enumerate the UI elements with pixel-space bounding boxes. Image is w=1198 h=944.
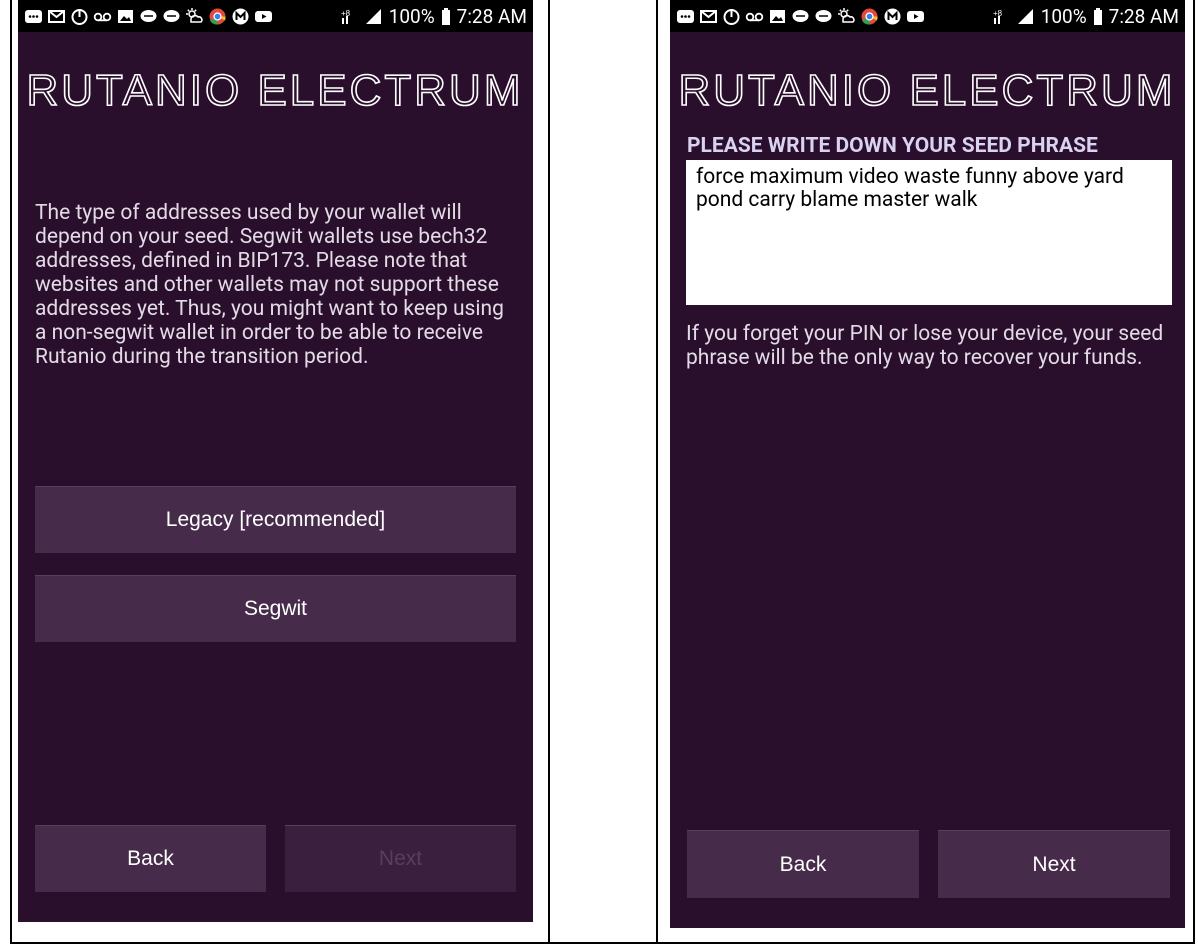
status-bar-right: +8 100% 7:28 AM <box>670 0 1185 32</box>
messages-icon <box>676 7 695 26</box>
seed-warning-text: If you forget your PIN or lose your devi… <box>686 322 1164 370</box>
signal-icon <box>1016 7 1035 26</box>
chrome-icon <box>208 7 227 26</box>
logo-text: RUTANIO ELECTRUM <box>27 66 524 115</box>
gallery-icon <box>768 7 787 26</box>
next-button[interactable]: Next <box>938 830 1170 898</box>
status-right: +8 100% 7:28 AM <box>991 5 1185 28</box>
left-phone-screen: +8 100% 7:28 AM RUTANIO ELECTRUM The typ… <box>18 0 533 922</box>
notification-icons <box>18 7 273 26</box>
battery-icon <box>1093 7 1103 26</box>
chat-icon-2 <box>814 7 833 26</box>
app-icon <box>231 7 250 26</box>
right-phone-screen: +8 100% 7:28 AM RUTANIO ELECTRUM PLEASE … <box>670 0 1185 928</box>
chat-icon <box>791 7 810 26</box>
legacy-option-button[interactable]: Legacy [recommended] <box>35 486 516 553</box>
seed-phrase-box[interactable]: force maximum video waste funny above ya… <box>686 160 1172 305</box>
app-icon <box>883 7 902 26</box>
frame-divider-2 <box>656 0 658 944</box>
battery-percent: 100% <box>388 4 435 28</box>
seed-phrase-title: PLEASE WRITE DOWN YOUR SEED PHRASE <box>687 134 1098 158</box>
status-bar: +8 100% 7:28 AM <box>18 0 533 32</box>
battery-icon <box>441 7 451 26</box>
notification-icons-right <box>670 7 925 26</box>
frame-divider-1 <box>548 0 550 944</box>
email-icon <box>47 7 66 26</box>
frame-right-border <box>1193 0 1195 944</box>
youtube-icon <box>254 7 273 26</box>
logo-text: RUTANIO ELECTRUM <box>679 66 1176 115</box>
address-type-description: The type of addresses used by your walle… <box>35 201 504 369</box>
weather-icon <box>185 7 204 26</box>
power-icon <box>722 7 741 26</box>
network-icon: +8 <box>991 7 1010 26</box>
voicemail-icon <box>93 7 112 26</box>
back-button[interactable]: Back <box>687 830 919 898</box>
messages-icon <box>24 7 43 26</box>
segwit-option-button[interactable]: Segwit <box>35 575 516 642</box>
chat-icon <box>139 7 158 26</box>
signal-icon <box>364 7 383 26</box>
clock: 7:28 AM <box>1108 4 1179 28</box>
voicemail-icon <box>745 7 764 26</box>
email-icon <box>699 7 718 26</box>
back-button[interactable]: Back <box>35 825 266 892</box>
youtube-icon <box>906 7 925 26</box>
status-right: +8 100% 7:28 AM <box>339 5 533 28</box>
app-logo: RUTANIO ELECTRUM <box>670 66 1185 116</box>
frame-left-border <box>10 0 12 944</box>
svg-text:+8: +8 <box>993 9 1003 18</box>
battery-percent: 100% <box>1040 4 1087 28</box>
next-button[interactable]: Next <box>285 825 516 892</box>
gallery-icon <box>116 7 135 26</box>
power-icon <box>70 7 89 26</box>
chat-icon-2 <box>162 7 181 26</box>
network-icon: +8 <box>339 7 358 26</box>
app-logo: RUTANIO ELECTRUM <box>18 66 533 116</box>
chrome-icon <box>860 7 879 26</box>
svg-text:+8: +8 <box>341 9 351 18</box>
clock: 7:28 AM <box>456 4 527 28</box>
weather-icon <box>837 7 856 26</box>
